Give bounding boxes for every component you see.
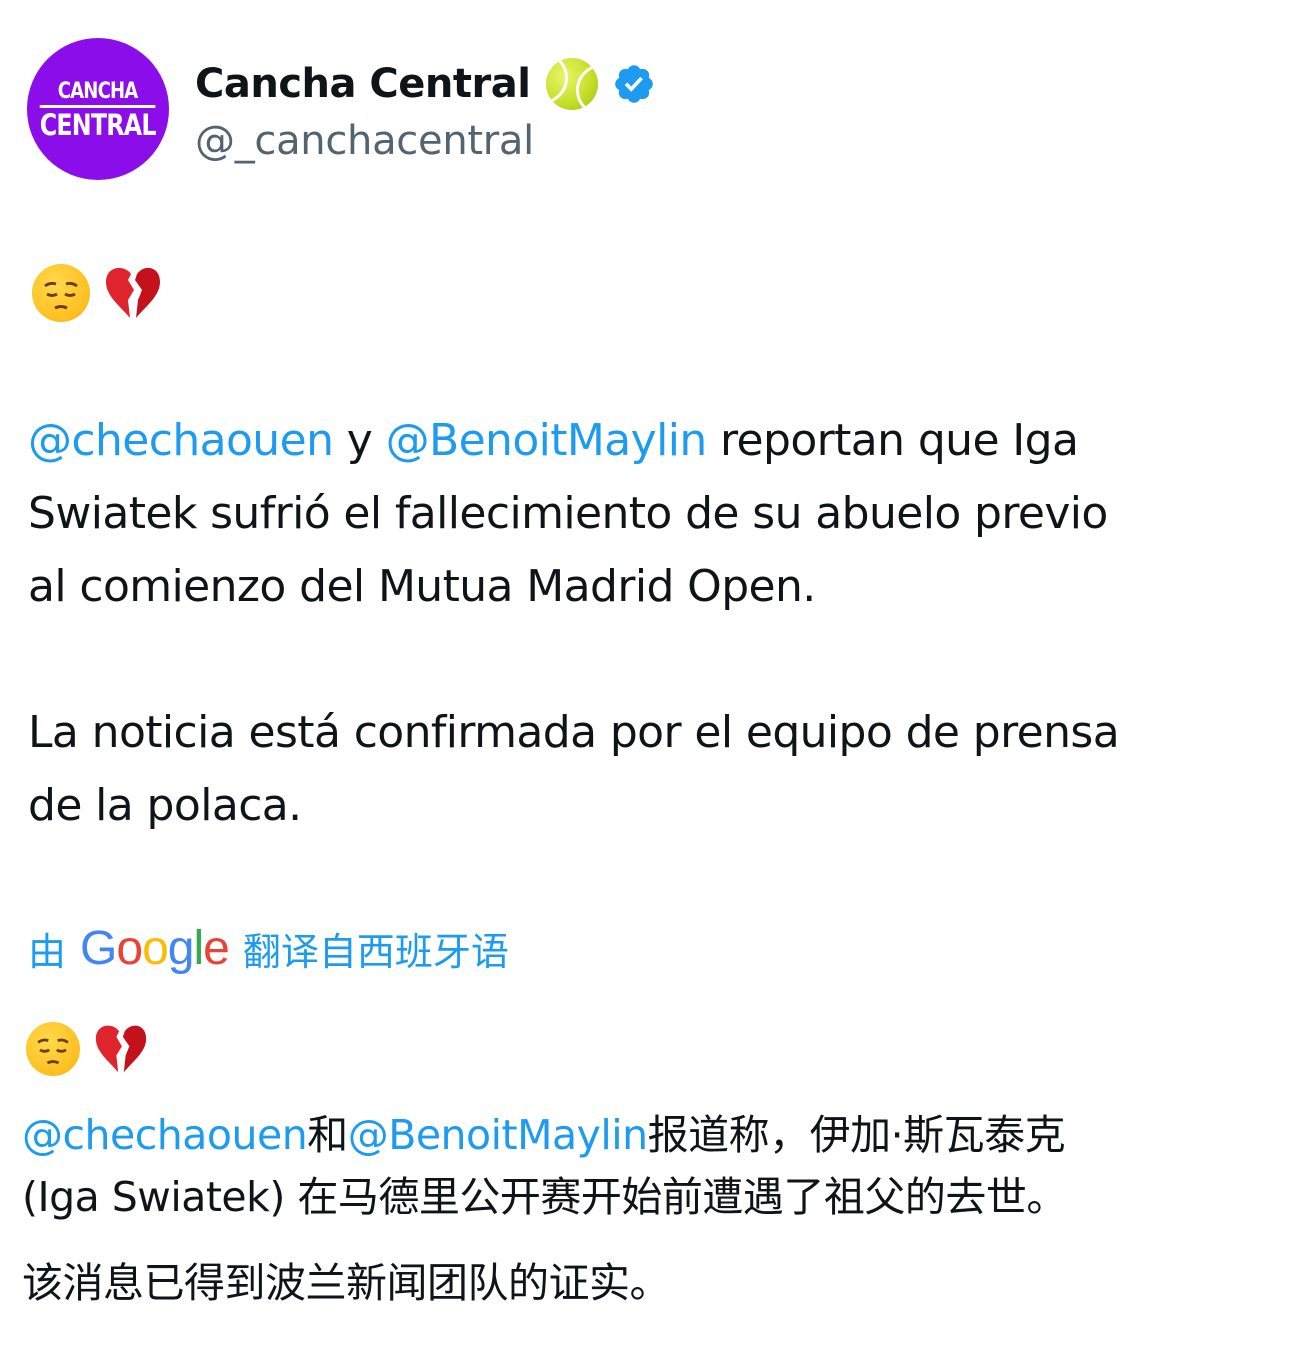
- tweet-text-line: de la polaca.: [28, 780, 302, 831]
- tweet-text-line: al comienzo del Mutua Madrid Open.: [28, 561, 816, 612]
- avatar-logo-line2: CENTRAL: [40, 104, 157, 140]
- tweet-connector: y: [333, 415, 386, 466]
- pensive-face-icon: [26, 1022, 80, 1076]
- account-handle[interactable]: @_canchacentral: [195, 118, 656, 164]
- tweet-emoji-line: [32, 264, 164, 322]
- translated-text-line: 该消息已得到波兰新闻团队的证实。: [22, 1259, 671, 1307]
- mention-link[interactable]: @chechaouen: [28, 415, 334, 466]
- tweet-text-fragment: reportan que Iga: [706, 415, 1079, 466]
- google-logo: Google: [80, 921, 230, 975]
- translation-source-language: 翻译自西班牙语: [242, 929, 509, 974]
- avatar[interactable]: CANCHA CENTRAL: [27, 38, 169, 180]
- tennis-ball-icon: [546, 58, 599, 110]
- tweet-text-line: La noticia está confirmada por el equipo…: [28, 707, 1120, 758]
- translation-attribution[interactable]: 由 Google 翻译自西班牙语: [28, 918, 509, 978]
- translated-text: @chechaouen和@BenoitMaylin报道称，伊加·斯瓦泰克 (Ig…: [22, 1104, 1272, 1228]
- translated-connector: 和: [307, 1111, 348, 1159]
- translated-text-line: (Iga Swiatek) 在马德里公开赛开始前遭遇了祖父的去世。: [22, 1173, 1067, 1221]
- tweet-card: CANCHA CENTRAL Cancha Central @_canchace…: [0, 0, 1290, 1350]
- tweet-header: CANCHA CENTRAL Cancha Central @_canchace…: [27, 38, 656, 180]
- display-name-row: Cancha Central: [195, 54, 656, 114]
- verified-badge-icon[interactable]: [612, 62, 656, 106]
- tweet-text-line: Swiatek sufrió el fallecimiento de su ab…: [28, 488, 1108, 539]
- tweet-text: @chechaouen y @BenoitMaylin reportan que…: [28, 404, 1268, 842]
- translated-text-fragment: 报道称，伊加·斯瓦泰克: [647, 1111, 1066, 1159]
- display-name[interactable]: Cancha Central: [195, 61, 531, 107]
- mention-link[interactable]: @BenoitMaylin: [348, 1111, 648, 1159]
- translation-prefix: 由: [28, 929, 67, 974]
- author-names: Cancha Central @_canchacentral: [195, 54, 656, 164]
- pensive-face-icon: [32, 264, 90, 322]
- mention-link[interactable]: @BenoitMaylin: [386, 415, 708, 466]
- mention-link[interactable]: @chechaouen: [22, 1111, 308, 1159]
- tweet-paragraph-1: @chechaouen y @BenoitMaylin reportan que…: [28, 404, 1268, 623]
- translated-text-paragraph-2: 该消息已得到波兰新闻团队的证实。: [22, 1252, 1272, 1314]
- tweet-paragraph-2: La noticia está confirmada por el equipo…: [28, 696, 1268, 842]
- broken-heart-icon: [102, 264, 164, 322]
- translated-emoji-line: [26, 1022, 150, 1076]
- avatar-logo-line1: CANCHA: [58, 78, 139, 104]
- broken-heart-icon: [92, 1022, 150, 1076]
